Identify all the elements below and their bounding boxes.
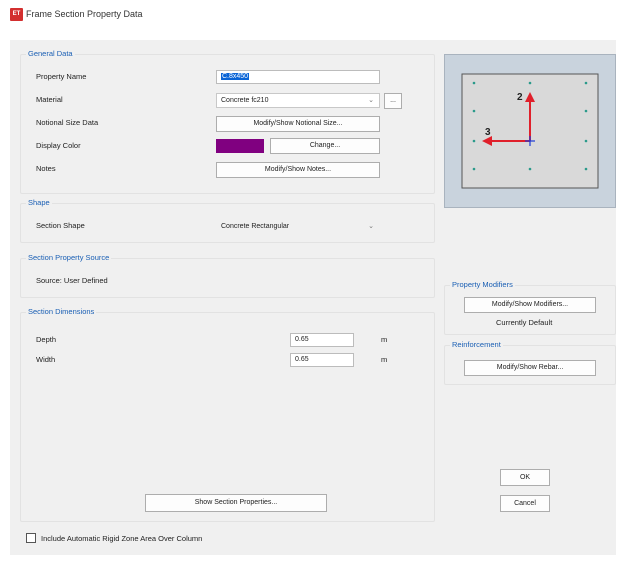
section-property-source-group: Section Property Source Source: User Def… bbox=[20, 253, 435, 298]
depth-label: Depth bbox=[36, 335, 57, 344]
width-input[interactable]: 0.65 bbox=[290, 353, 354, 367]
ok-button[interactable]: OK bbox=[500, 469, 550, 486]
axis-2-label: 2 bbox=[517, 92, 523, 103]
chevron-down-icon: ⌄ bbox=[368, 97, 374, 104]
section-shape-label: Section Shape bbox=[36, 221, 85, 230]
section-property-source-title: Section Property Source bbox=[26, 253, 112, 262]
notes-button[interactable]: Modify/Show Notes... bbox=[216, 162, 380, 178]
app-icon: ET bbox=[10, 8, 23, 21]
notional-size-label: Notional Size Data bbox=[36, 118, 99, 127]
reinforcement-group: Reinforcement Modify/Show Rebar... bbox=[444, 340, 616, 385]
modifiers-status: Currently Default bbox=[496, 318, 553, 327]
cancel-button[interactable]: Cancel bbox=[500, 495, 550, 512]
property-name-input[interactable]: C.8x450 bbox=[216, 70, 380, 84]
rigid-zone-checkbox[interactable] bbox=[26, 533, 36, 543]
window-title: Frame Section Property Data bbox=[26, 9, 143, 19]
property-modifiers-group: Property Modifiers Modify/Show Modifiers… bbox=[444, 280, 616, 335]
dialog-body: General Data Property Name C.8x450 Mater… bbox=[10, 40, 616, 555]
material-label: Material bbox=[36, 95, 63, 104]
title-bar: ET Frame Section Property Data bbox=[0, 0, 624, 28]
material-value: Concrete fc210 bbox=[221, 97, 269, 104]
width-unit: m bbox=[381, 355, 388, 364]
modify-rebar-button[interactable]: Modify/Show Rebar... bbox=[464, 360, 596, 376]
reinforcement-title: Reinforcement bbox=[450, 340, 503, 349]
display-color-swatch[interactable] bbox=[216, 139, 264, 153]
modify-modifiers-button[interactable]: Modify/Show Modifiers... bbox=[464, 297, 596, 313]
property-name-label: Property Name bbox=[36, 72, 87, 81]
section-shape-value: Concrete Rectangular bbox=[221, 223, 290, 230]
notional-size-button[interactable]: Modify/Show Notional Size... bbox=[216, 116, 380, 132]
change-color-button[interactable]: Change... bbox=[270, 138, 380, 154]
chevron-down-icon: ⌄ bbox=[368, 223, 374, 230]
section-dimensions-group: Section Dimensions Depth 0.65 m Width 0.… bbox=[20, 307, 435, 522]
rigid-zone-checkbox-label[interactable]: Include Automatic Rigid Zone Area Over C… bbox=[41, 534, 202, 543]
material-browse-button[interactable]: ... bbox=[384, 93, 402, 109]
property-name-value: C.8x450 bbox=[221, 73, 250, 80]
shape-group: Shape Section Shape Concrete Rectangular… bbox=[20, 198, 435, 243]
width-value: 0.65 bbox=[295, 356, 309, 363]
notes-label: Notes bbox=[36, 164, 56, 173]
axis-3-label: 3 bbox=[485, 127, 491, 138]
show-section-properties-button[interactable]: Show Section Properties... bbox=[145, 494, 327, 512]
depth-input[interactable]: 0.65 bbox=[290, 333, 354, 347]
section-shape-dropdown[interactable]: Concrete Rectangular ⌄ bbox=[216, 219, 380, 234]
section-dimensions-title: Section Dimensions bbox=[26, 307, 97, 316]
property-modifiers-title: Property Modifiers bbox=[450, 280, 515, 289]
section-preview: 2 3 bbox=[444, 54, 616, 208]
material-dropdown[interactable]: Concrete fc210 ⌄ bbox=[216, 93, 380, 108]
general-data-title: General Data bbox=[26, 49, 75, 58]
section-preview-canvas: 2 3 bbox=[461, 73, 599, 189]
general-data-group: General Data Property Name C.8x450 Mater… bbox=[20, 49, 435, 194]
depth-unit: m bbox=[381, 335, 388, 344]
depth-value: 0.65 bbox=[295, 336, 309, 343]
width-label: Width bbox=[36, 355, 56, 364]
display-color-label: Display Color bbox=[36, 141, 81, 150]
shape-title: Shape bbox=[26, 198, 52, 207]
source-text: Source: User Defined bbox=[36, 276, 108, 285]
